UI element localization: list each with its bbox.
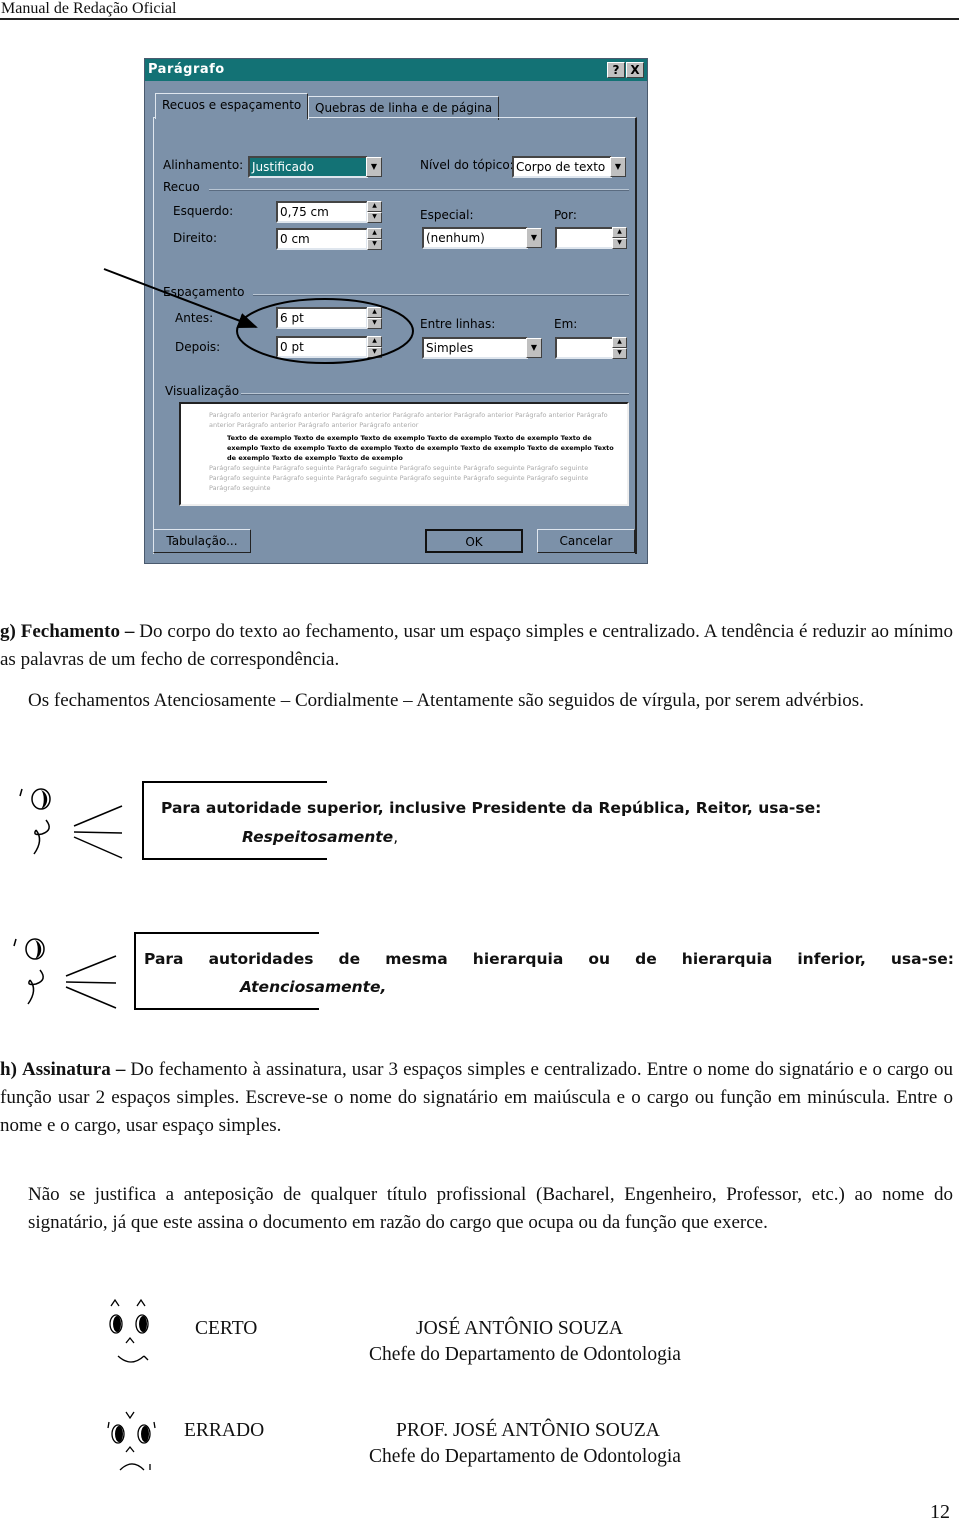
example-correct-name: JOSÉ ANTÔNIO SOUZA <box>416 1318 623 1339</box>
happy-face-icon <box>109 1298 149 1363</box>
section-h-text: Do fechamento à assinatura, usar 3 espaç… <box>0 1059 954 1136</box>
annotation-overlay <box>103 268 414 364</box>
certo-label: CERTO <box>195 1318 258 1339</box>
section-h-dash: – <box>115 1059 126 1080</box>
section-g-text: Do corpo do texto ao fechamento, usar um… <box>0 621 954 670</box>
section-g: g) Fechamento – Do corpo do texto ao fec… <box>0 618 953 674</box>
section-g-title: Fechamento <box>20 621 120 642</box>
section-g-note: Os fechamentos Atenciosamente – Cordialm… <box>28 690 864 711</box>
callout-2-closing: Atenciosamente, <box>240 978 387 996</box>
callout-2-text: Para autoridades de mesma hierarquia ou … <box>144 950 954 968</box>
errado-label: ERRADO <box>184 1420 265 1441</box>
section-g-dash: – <box>124 621 135 642</box>
section-h-title: Assinatura <box>22 1059 111 1080</box>
page-number: 12 <box>930 1501 950 1523</box>
section-g-marker: g) <box>0 621 16 642</box>
callout-1-text: Para autoridade superior, inclusive Pres… <box>161 799 822 817</box>
section-h-marker: h) <box>0 1059 17 1080</box>
tab-recuos-espacamento[interactable]: Recuos e espaçamento <box>155 93 309 119</box>
speaking-face-icon <box>13 938 117 1009</box>
arrow-icon <box>103 268 258 329</box>
callout-box <box>142 781 327 860</box>
example-wrong-role: Chefe do Departamento de Odontologia <box>369 1446 681 1467</box>
highlight-ellipse <box>236 298 414 364</box>
callout-1-closing-word: Respeitosamente <box>242 828 394 846</box>
speaking-face-icon <box>19 788 123 859</box>
callout-1-comma: , <box>393 828 399 846</box>
section-h-note: Não se justifica a anteposição de qualqu… <box>28 1184 953 1233</box>
callout-box <box>134 932 319 1010</box>
sad-face-icon <box>107 1411 156 1471</box>
section-h: h) Assinatura – Do fechamento à assinatu… <box>0 1056 953 1140</box>
callout-1-closing: Respeitosamente, <box>242 828 398 846</box>
example-correct-role: Chefe do Departamento de Odontologia <box>369 1344 681 1365</box>
example-wrong-name: PROF. JOSÉ ANTÔNIO SOUZA <box>396 1420 660 1441</box>
